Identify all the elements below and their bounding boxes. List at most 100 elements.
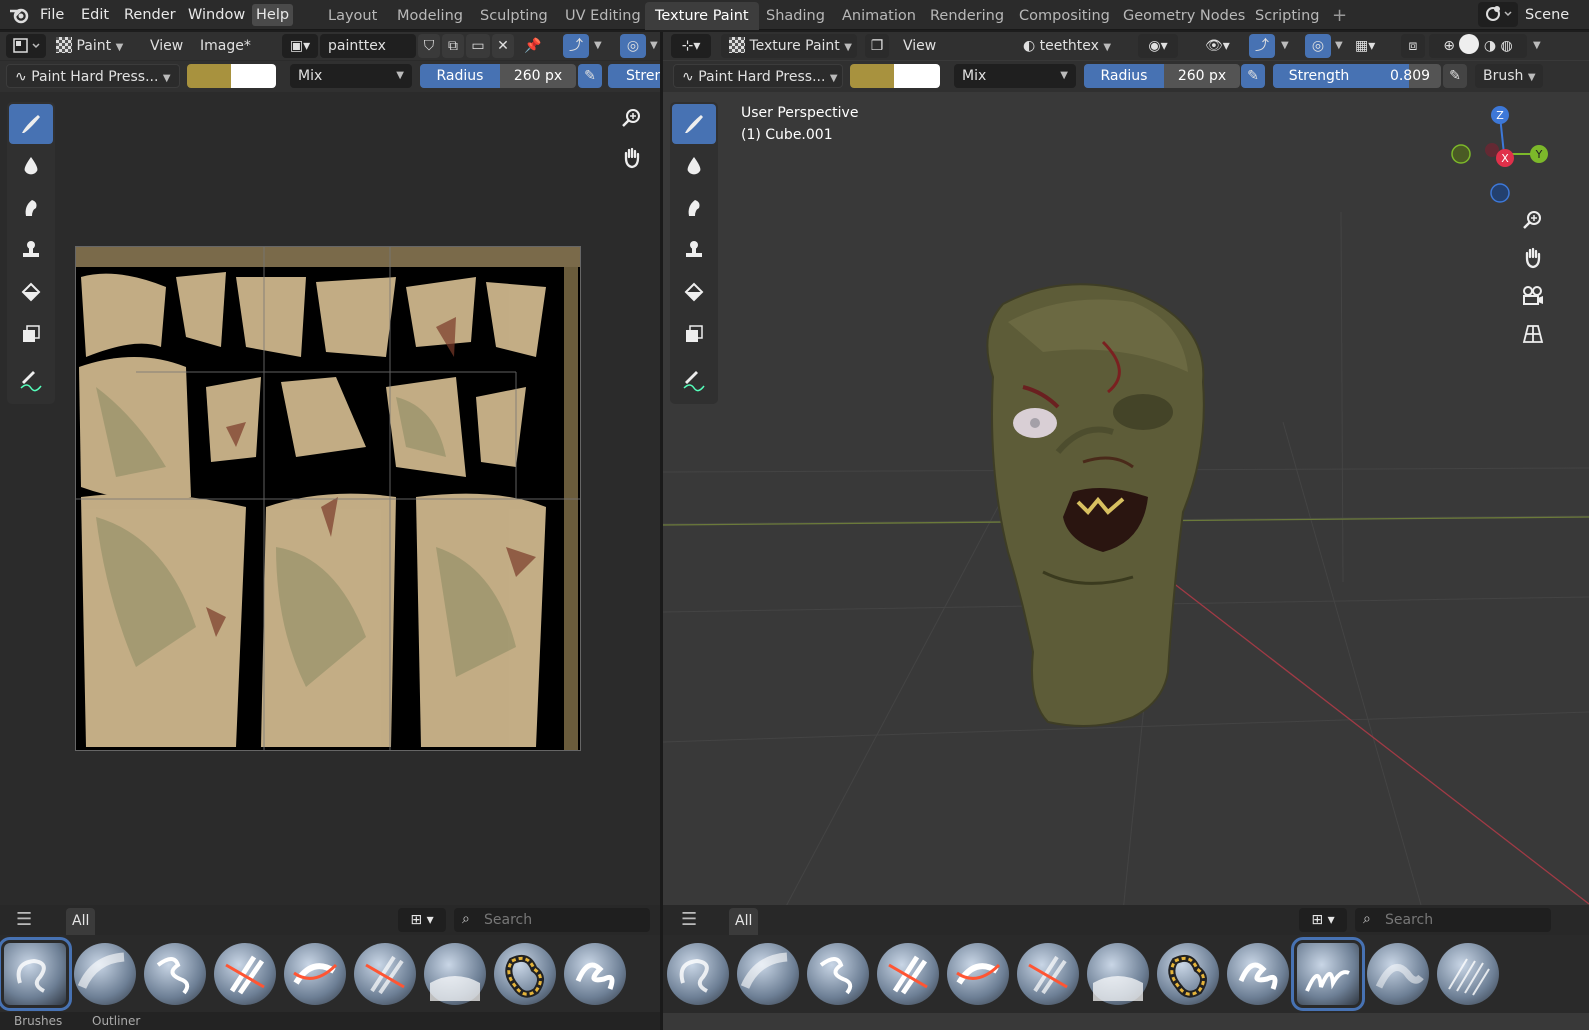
brush-tool[interactable] — [9, 104, 53, 144]
brush-erase-pressure[interactable] — [354, 943, 416, 1005]
gizmo-toggle-icon[interactable]: ⤴ — [1249, 34, 1275, 58]
smear-tool[interactable] — [9, 188, 53, 228]
face-mask-icon[interactable]: ❐ — [865, 34, 889, 58]
brush-menu[interactable]: Brush ▼ — [1475, 64, 1543, 88]
menu-help[interactable]: Help — [252, 4, 294, 26]
uv-sync-icon[interactable]: ⤴ — [563, 34, 589, 58]
brush-airbrush[interactable] — [0, 937, 72, 1011]
camera-icon[interactable] — [1515, 278, 1551, 314]
asset-display-button[interactable]: ⊞ ▾ — [398, 908, 446, 932]
strength-field[interactable]: Stren — [608, 64, 660, 88]
gizmo-neg-y[interactable] — [1451, 144, 1471, 164]
mask-tool[interactable] — [9, 314, 53, 354]
tab-sculpting[interactable]: Sculpting — [470, 2, 558, 30]
mode-dropdown[interactable]: Paint ▼ — [56, 34, 136, 58]
brush-erase-hard[interactable] — [214, 943, 276, 1005]
blend-mode-dropdown[interactable]: Mix ▼ — [954, 64, 1076, 88]
brush-paint[interactable] — [1227, 943, 1289, 1005]
tab-scripting[interactable]: Scripting — [1245, 2, 1329, 30]
menu-view[interactable]: View — [150, 34, 183, 58]
brush-paint-hard-pressure[interactable] — [1291, 937, 1365, 1011]
texture-slot-dropdown[interactable]: ◐ teethtex ▼ — [1023, 34, 1127, 58]
gizmo-neg-z[interactable] — [1490, 183, 1510, 203]
fake-user-shield-icon[interactable]: ⛉ — [418, 34, 440, 58]
brush-erase-hard[interactable] — [877, 943, 939, 1005]
fill-tool[interactable] — [672, 272, 716, 312]
brush-tool[interactable] — [672, 104, 716, 144]
menu-view[interactable]: View — [903, 34, 936, 58]
hamburger-menu-icon[interactable]: ☰ — [681, 909, 697, 930]
wireframe-shading-icon[interactable]: ⊕ — [1443, 38, 1455, 54]
tab-rendering[interactable]: Rendering — [920, 2, 1014, 30]
annotate-tool[interactable] — [672, 360, 716, 400]
open-folder-icon[interactable]: ▭ — [466, 34, 490, 58]
asset-search-input[interactable]: Search — [1355, 908, 1551, 932]
radius-pressure-icon[interactable]: ✎ — [1241, 64, 1265, 88]
secondary-color-swatch[interactable] — [894, 64, 940, 88]
zoom-icon[interactable] — [614, 100, 650, 136]
chevron-down-icon[interactable]: ▼ — [1281, 34, 1289, 58]
brush-mask[interactable] — [494, 943, 556, 1005]
brush-selector[interactable]: ∿ Paint Hard Press... ▼ — [673, 64, 843, 88]
hamburger-menu-icon[interactable]: ☰ — [16, 909, 32, 930]
tab-uv-editing[interactable]: UV Editing — [555, 2, 651, 30]
blur-tool[interactable] — [9, 146, 53, 186]
asset-tab-all[interactable]: All — [66, 908, 96, 935]
xray-icon[interactable]: ⧈ — [1401, 34, 1425, 58]
chevron-down-icon[interactable]: ▼ — [594, 34, 602, 58]
overlay-icon[interactable]: ◎ — [620, 34, 646, 58]
zoom-icon[interactable] — [1515, 202, 1551, 238]
3d-viewport[interactable]: ⊹▾ Texture Paint ▼ ❐ View ◐ teethtex ▼ ◉… — [663, 32, 1589, 1030]
asset-search-input[interactable]: Search — [454, 908, 650, 932]
zombie-head-mesh[interactable] — [986, 283, 1205, 727]
brush-fill[interactable] — [1087, 943, 1149, 1005]
chevron-down-icon[interactable]: ▼ — [650, 34, 658, 58]
clone-tool[interactable] — [672, 230, 716, 270]
strength-field[interactable]: Strength 0.809 — [1273, 64, 1441, 88]
uv-texture-canvas[interactable] — [75, 246, 581, 751]
mask-tool[interactable] — [672, 314, 716, 354]
tab-texture-paint[interactable]: Texture Paint — [645, 2, 759, 30]
fill-tool[interactable] — [9, 272, 53, 312]
navigation-gizmo[interactable]: Z Y X — [1449, 102, 1559, 212]
tab-modeling[interactable]: Modeling — [387, 2, 473, 30]
solid-shading-icon[interactable] — [1459, 34, 1480, 54]
asset-display-button[interactable]: ⊞ ▾ — [1299, 908, 1347, 932]
strength-pressure-icon[interactable]: ✎ — [1443, 64, 1467, 88]
mode-dropdown[interactable]: Texture Paint ▼ — [721, 34, 857, 58]
menu-image[interactable]: Image* — [200, 34, 251, 58]
blur-tool[interactable] — [672, 146, 716, 186]
brush-smear[interactable] — [807, 943, 869, 1005]
brush-texture[interactable] — [1437, 943, 1499, 1005]
pin-icon[interactable]: 📌 — [522, 34, 544, 58]
blend-mode-dropdown[interactable]: Mix ▼ — [290, 64, 412, 88]
brush-mask[interactable] — [1157, 943, 1219, 1005]
add-workspace-button[interactable]: + — [1322, 2, 1357, 30]
clone-tool[interactable] — [9, 230, 53, 270]
menu-edit[interactable]: Edit — [77, 4, 113, 26]
menu-render[interactable]: Render — [120, 4, 180, 26]
new-image-icon[interactable]: ⧉ — [442, 34, 464, 58]
viewport-canvas[interactable] — [663, 92, 1589, 905]
tab-shading[interactable]: Shading — [756, 2, 835, 30]
brush-blur[interactable] — [74, 943, 136, 1005]
radius-field[interactable]: Radius 260 px — [420, 64, 576, 88]
editor-type-button[interactable] — [6, 34, 46, 58]
editor-type-button[interactable]: ⊹▾ — [671, 34, 711, 58]
material-shading-icon[interactable]: ◑ — [1484, 38, 1496, 54]
tab-outliner[interactable]: Outliner — [92, 1014, 140, 1028]
rendered-shading-icon[interactable]: ◍ — [1501, 38, 1513, 54]
menu-window[interactable]: Window — [184, 4, 249, 26]
asset-tab-all[interactable]: All — [729, 908, 759, 935]
tab-brushes[interactable]: Brushes — [14, 1014, 62, 1028]
scene-name[interactable]: Scene — [1521, 4, 1589, 26]
brush-erase-soft[interactable] — [947, 943, 1009, 1005]
brush-erase-pressure[interactable] — [1017, 943, 1079, 1005]
pan-hand-icon[interactable] — [614, 140, 650, 176]
brush-paint[interactable] — [564, 943, 626, 1005]
smear-tool[interactable] — [672, 188, 716, 228]
visibility-eye-icon[interactable]: 👁▾ — [1205, 34, 1245, 58]
brush-fill[interactable] — [424, 943, 486, 1005]
pan-hand-icon[interactable] — [1515, 240, 1551, 276]
secondary-color-swatch[interactable] — [231, 64, 276, 88]
